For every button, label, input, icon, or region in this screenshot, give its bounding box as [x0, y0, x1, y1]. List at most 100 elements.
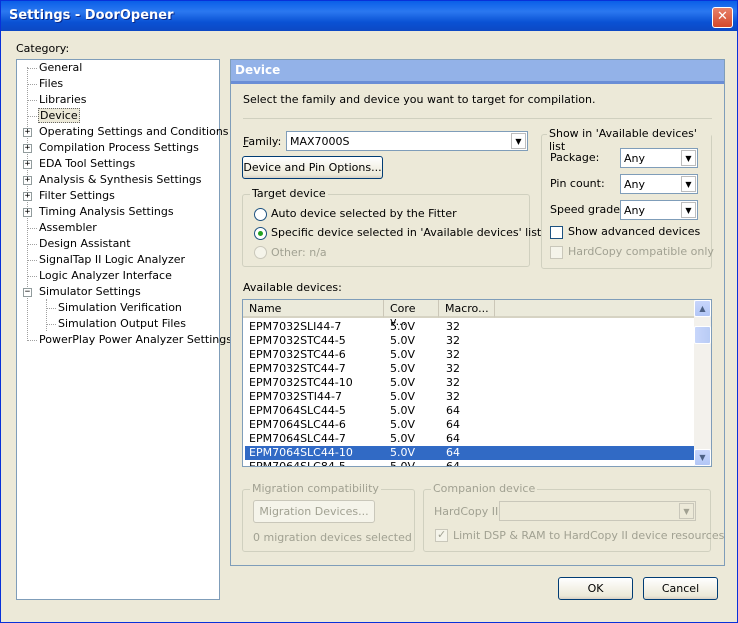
column-header-core-voltage[interactable]: Core v... [384, 300, 439, 328]
tree-item-compilation-process[interactable]: Compilation Process Settings [39, 141, 199, 155]
expand-icon[interactable]: + [23, 192, 32, 201]
cancel-button[interactable]: Cancel [643, 577, 718, 600]
scroll-up-icon[interactable]: ▲ [694, 300, 711, 317]
tree-item-simulation-output-files[interactable]: Simulation Output Files [58, 317, 186, 331]
device-core-voltage: 5.0V [390, 404, 416, 417]
device-row[interactable]: EPM7032STC44-10 5.0V 32 [245, 376, 695, 390]
ok-button[interactable]: OK [558, 577, 633, 600]
speed-grade-label: Speed grade: [550, 203, 624, 216]
device-macrocells: 32 [446, 376, 460, 389]
tree-connector [27, 100, 37, 101]
tree-item-filter[interactable]: Filter Settings [39, 189, 115, 203]
scroll-thumb[interactable] [694, 326, 711, 344]
tree-connector [46, 324, 56, 325]
tree-item-files[interactable]: Files [39, 77, 63, 91]
close-button[interactable]: ✕ [712, 7, 733, 28]
category-tree[interactable]: General Files Libraries Device + Operati… [16, 59, 232, 600]
radio-specific-device-label: Specific device selected in 'Available d… [271, 226, 542, 239]
window-title: Settings - DoorOpener [9, 8, 174, 23]
device-core-voltage: 5.0V [390, 348, 416, 361]
show-advanced-checkbox[interactable] [550, 226, 563, 239]
package-select[interactable]: Any ▼ [620, 148, 698, 168]
device-core-voltage: 5.0V [390, 460, 416, 467]
device-pin-options-button[interactable]: Device and Pin Options... [242, 156, 383, 179]
expand-icon[interactable]: + [23, 208, 32, 217]
expand-icon[interactable]: + [23, 144, 32, 153]
limit-dsp-ram-checkbox[interactable] [435, 528, 448, 542]
tree-connector [27, 68, 37, 69]
device-row[interactable]: EPM7064SLC44-6 5.0V 64 [245, 418, 695, 432]
available-devices-label: Available devices: [243, 281, 342, 294]
close-icon: ✕ [717, 9, 728, 24]
device-row[interactable]: EPM7032STC44-6 5.0V 32 [245, 348, 695, 362]
tree-connector [46, 308, 56, 309]
tree-item-timing-analysis[interactable]: Timing Analysis Settings [39, 205, 174, 219]
tree-item-design-assistant[interactable]: Design Assistant [39, 237, 131, 251]
device-name: EPM7064SLC44-6 [249, 418, 346, 431]
device-row[interactable]: EPM7032SLI44-7 5.0V 32 [245, 320, 695, 334]
device-name: EPM7032STI44-7 [249, 390, 342, 403]
tree-connector [27, 84, 37, 85]
pin-count-label: Pin count: [550, 177, 605, 190]
tree-item-eda-tool[interactable]: EDA Tool Settings [39, 157, 135, 171]
tree-item-powerplay[interactable]: PowerPlay Power Analyzer Settings [39, 333, 232, 347]
panel-header-bar [231, 81, 724, 84]
vertical-scrollbar[interactable]: ▲ ▼ [694, 300, 711, 466]
device-name: EPM7032STC44-6 [249, 348, 346, 361]
tree-item-simulation-verification[interactable]: Simulation Verification [58, 301, 182, 315]
speed-grade-select[interactable]: Any ▼ [620, 200, 698, 220]
device-row[interactable]: EPM7064SLC84-5 5.0V 64 [245, 460, 695, 467]
tree-item-simulator-settings[interactable]: Simulator Settings [39, 285, 141, 299]
title-bar[interactable]: Settings - DoorOpener ✕ [1, 1, 737, 31]
chevron-down-icon: ▼ [681, 176, 696, 192]
radio-other-device[interactable] [254, 246, 267, 259]
radio-auto-device[interactable] [254, 208, 267, 221]
limit-dsp-ram-label: Limit DSP & RAM to HardCopy II device re… [453, 529, 725, 542]
migration-status: 0 migration devices selected [253, 531, 412, 544]
device-row[interactable]: EPM7032STC44-7 5.0V 32 [245, 362, 695, 376]
chevron-down-icon: ▼ [681, 150, 696, 166]
device-row[interactable]: EPM7064SLC44-7 5.0V 64 [245, 432, 695, 446]
radio-specific-device[interactable] [254, 227, 267, 240]
collapse-icon[interactable]: − [23, 288, 32, 297]
pin-count-value: Any [624, 178, 646, 191]
expand-icon[interactable]: + [23, 176, 32, 185]
radio-auto-device-label: Auto device selected by the Fitter [271, 207, 457, 220]
hardcopy-compatible-checkbox[interactable] [550, 246, 563, 259]
tree-item-libraries[interactable]: Libraries [39, 93, 87, 107]
tree-item-logic-analyzer-interface[interactable]: Logic Analyzer Interface [39, 269, 172, 283]
pin-count-select[interactable]: Any ▼ [620, 174, 698, 194]
device-row[interactable]: EPM7032STC44-5 5.0V 32 [245, 334, 695, 348]
scroll-down-icon[interactable]: ▼ [694, 449, 711, 466]
tree-connector [27, 116, 37, 117]
companion-title: Companion device [431, 482, 538, 495]
device-row[interactable]: EPM7064SLC44-5 5.0V 64 [245, 404, 695, 418]
target-device-title: Target device [250, 187, 328, 200]
device-core-voltage: 5.0V [390, 390, 416, 403]
migration-devices-button[interactable]: Migration Devices... [253, 500, 375, 523]
tree-connector [27, 340, 37, 341]
column-header-macrocells[interactable]: Macro... [439, 300, 495, 318]
device-name: EPM7032STC44-10 [249, 376, 353, 389]
device-core-voltage: 5.0V [390, 334, 416, 347]
chevron-down-icon: ▼ [511, 133, 526, 149]
family-value: MAX7000S [290, 135, 350, 148]
family-select[interactable]: MAX7000S ▼ [286, 131, 528, 151]
tree-item-assembler[interactable]: Assembler [39, 221, 97, 235]
tree-item-general[interactable]: General [39, 61, 82, 75]
tree-item-analysis-synthesis[interactable]: Analysis & Synthesis Settings [39, 173, 202, 187]
expand-icon[interactable]: + [23, 160, 32, 169]
tree-item-device[interactable]: Device [38, 108, 80, 123]
tree-connector [27, 228, 37, 229]
hardcopy-select[interactable]: ▼ [499, 501, 696, 521]
tree-item-signaltap[interactable]: SignalTap II Logic Analyzer [39, 253, 185, 267]
expand-icon[interactable]: + [23, 128, 32, 137]
device-row[interactable]: EPM7032STI44-7 5.0V 32 [245, 390, 695, 404]
available-devices-list[interactable]: Name Core v... Macro... EPM7032SLI44-7 5.… [242, 299, 712, 467]
column-header-name[interactable]: Name [243, 300, 384, 318]
category-label: Category: [16, 42, 70, 55]
device-core-voltage: 5.0V [390, 432, 416, 445]
device-row[interactable]: EPM7064SLC44-10 5.0V 64 [245, 446, 695, 460]
tree-item-operating-settings[interactable]: Operating Settings and Conditions [39, 125, 229, 139]
tree-line [46, 299, 47, 331]
